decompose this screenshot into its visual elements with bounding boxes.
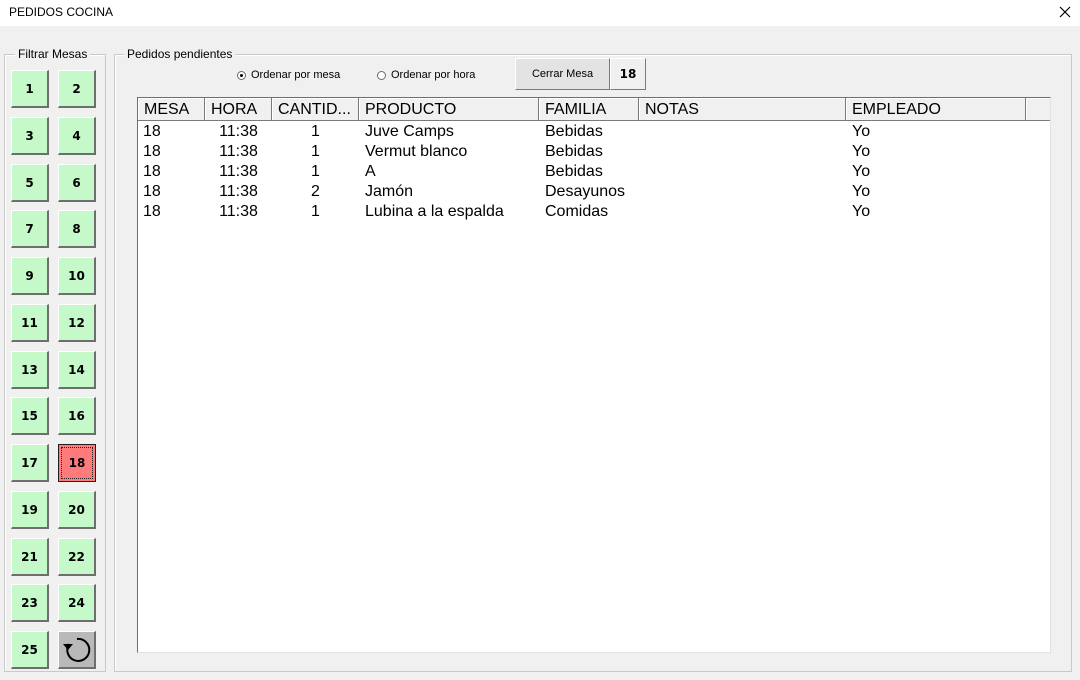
table-row[interactable]: 18 11:38 1 Juve Camps Bebidas Yo: [138, 122, 1050, 142]
cell-cantidad: 2: [311, 183, 320, 200]
close-button[interactable]: [1050, 0, 1080, 26]
table-button-2[interactable]: 2: [58, 70, 96, 108]
cell-hora: 11:38: [219, 123, 258, 140]
radio-checked-icon: [237, 70, 246, 80]
cell-mesa: 18: [143, 143, 161, 160]
table-button-14[interactable]: 14: [58, 351, 96, 389]
column-header-familia[interactable]: FAMILIA: [539, 98, 639, 121]
cell-familia: Bebidas: [545, 163, 603, 180]
table-button-17[interactable]: 17: [11, 444, 49, 482]
cell-producto: A: [365, 163, 376, 180]
cell-mesa: 18: [143, 183, 161, 200]
cell-hora: 11:38: [219, 203, 258, 220]
table-button-12[interactable]: 12: [58, 304, 96, 342]
filter-tables-legend: Filtrar Mesas: [15, 47, 91, 61]
table-button-4[interactable]: 4: [58, 117, 96, 155]
cell-mesa: 18: [143, 163, 161, 180]
cell-familia: Bebidas: [545, 123, 603, 140]
table-button-5[interactable]: 5: [11, 164, 49, 202]
cell-familia: Comidas: [545, 203, 609, 220]
table-button-6[interactable]: 6: [58, 164, 96, 202]
cell-notas: [645, 182, 846, 202]
cell-familia: Bebidas: [545, 143, 603, 160]
reset-filter-button[interactable]: [58, 631, 96, 669]
table-button-1[interactable]: 1: [11, 70, 49, 108]
cell-empleado: Yo: [852, 203, 871, 220]
table-button-11[interactable]: 11: [11, 304, 49, 342]
window-title: PEDIDOS COCINA: [9, 5, 114, 19]
table-button-20[interactable]: 20: [58, 491, 96, 529]
sort-by-table-label: Ordenar por mesa: [251, 69, 341, 81]
cell-familia: Desayunos: [545, 183, 626, 200]
table-button-23[interactable]: 23: [11, 584, 49, 622]
close-table-label: Cerrar Mesa: [531, 68, 594, 80]
cell-producto: Lubina a la espalda: [365, 203, 504, 220]
table-button-19[interactable]: 19: [11, 491, 49, 529]
column-header-notas[interactable]: NOTAS: [639, 98, 846, 121]
table-button-13[interactable]: 13: [11, 351, 49, 389]
cell-notas: [645, 162, 846, 182]
table-button-8[interactable]: 8: [58, 210, 96, 248]
cell-producto: Vermut blanco: [365, 143, 468, 160]
pending-orders-legend: Pedidos pendientes: [124, 47, 236, 61]
table-button-22[interactable]: 22: [58, 538, 96, 576]
cell-mesa: 18: [143, 123, 161, 140]
column-header-cantidad[interactable]: CANTID...: [272, 98, 359, 121]
table-button-7[interactable]: 7: [11, 210, 49, 248]
cell-cantidad: 1: [311, 143, 320, 160]
cell-producto: Jamón: [365, 183, 414, 200]
radio-unchecked-icon: [377, 70, 386, 80]
cell-notas: [645, 202, 846, 222]
cell-cantidad: 1: [311, 163, 320, 180]
close-table-button[interactable]: Cerrar Mesa: [515, 58, 610, 90]
table-button-10[interactable]: 10: [58, 257, 96, 295]
orders-list-header: MESA HORA CANTID... PRODUCTO FAMILIA NOT…: [138, 98, 1050, 121]
cell-hora: 11:38: [219, 163, 258, 180]
column-header-empleado[interactable]: EMPLEADO: [846, 98, 1026, 121]
current-table-value: 18: [619, 67, 637, 81]
cell-notas: [645, 122, 846, 142]
table-row[interactable]: 18 11:38 2 Jamón Desayunos Yo: [138, 182, 1050, 202]
cell-hora: 11:38: [219, 143, 258, 160]
table-button-16[interactable]: 16: [58, 397, 96, 435]
sort-by-table-radio[interactable]: Ordenar por mesa: [237, 69, 340, 81]
table-button-25[interactable]: 25: [11, 631, 49, 669]
cell-cantidad: 1: [311, 203, 320, 220]
sort-by-time-radio[interactable]: Ordenar por hora: [377, 69, 475, 81]
table-button-21[interactable]: 21: [11, 538, 49, 576]
orders-list[interactable]: MESA HORA CANTID... PRODUCTO FAMILIA NOT…: [137, 97, 1051, 653]
cell-mesa: 18: [143, 203, 161, 220]
table-button-24[interactable]: 24: [58, 584, 96, 622]
column-header-producto[interactable]: PRODUCTO: [359, 98, 539, 121]
table-button-15[interactable]: 15: [11, 397, 49, 435]
cell-cantidad: 1: [311, 123, 320, 140]
cell-hora: 11:38: [219, 183, 258, 200]
table-button-3[interactable]: 3: [11, 117, 49, 155]
close-icon: [1059, 6, 1071, 18]
table-button-9[interactable]: 9: [11, 257, 49, 295]
column-header-mesa[interactable]: MESA: [138, 98, 205, 121]
column-header-filler: [1026, 98, 1050, 121]
current-table-display: 18: [610, 58, 646, 90]
sort-by-time-label: Ordenar por hora: [391, 69, 476, 81]
column-header-hora[interactable]: HORA: [205, 98, 272, 121]
cell-producto: Juve Camps: [365, 123, 454, 140]
table-row[interactable]: 18 11:38 1 A Bebidas Yo: [138, 162, 1050, 182]
table-button-18[interactable]: 18: [58, 444, 96, 482]
cell-empleado: Yo: [852, 123, 871, 140]
refresh-icon: [62, 637, 90, 662]
table-row[interactable]: 18 11:38 1 Vermut blanco Bebidas Yo: [138, 142, 1050, 162]
cell-notas: [645, 142, 846, 162]
table-row[interactable]: 18 11:38 1 Lubina a la espalda Comidas Yo: [138, 202, 1050, 222]
title-bar: PEDIDOS COCINA: [0, 0, 1080, 26]
cell-empleado: Yo: [852, 163, 871, 180]
cell-empleado: Yo: [852, 143, 871, 160]
cell-empleado: Yo: [852, 183, 871, 200]
